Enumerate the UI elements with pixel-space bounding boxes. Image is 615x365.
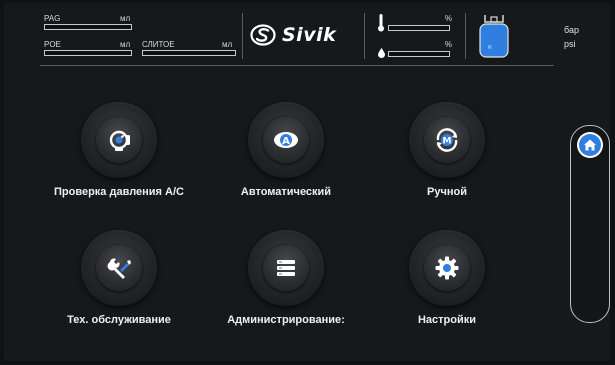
- humidity-level-bar: [388, 51, 450, 57]
- svg-text:M: M: [443, 137, 452, 147]
- header-separator-line: [40, 65, 554, 66]
- pag-unit: мл: [120, 14, 131, 23]
- button-ring: A: [248, 102, 324, 178]
- poe-label: POE: [44, 40, 61, 49]
- button-core: [96, 117, 142, 163]
- status-header: PAG мл POE мл СЛИТОЕ мл Sivik % % R бар …: [4, 3, 610, 71]
- wrench-screwdriver-icon: [107, 258, 131, 279]
- pressure-check-label: Проверка давления A/C: [54, 186, 184, 198]
- drain-level-bar: [142, 50, 236, 56]
- manual-mode-label: Ручной: [427, 186, 467, 198]
- settings-label: Настройки: [417, 314, 477, 326]
- manual-mode-icon: M: [436, 128, 458, 152]
- pressure-unit-psi: psi: [564, 39, 576, 49]
- list-icon: [277, 260, 295, 276]
- svg-text:A: A: [282, 136, 290, 147]
- refrigerant-tank: R: [476, 13, 512, 59]
- administration-button[interactable]: Администрирование:: [201, 230, 371, 340]
- button-core: M: [424, 117, 470, 163]
- automatic-mode-button[interactable]: A Автоматический: [201, 102, 371, 212]
- automatic-mode-icon: A: [274, 132, 298, 148]
- header-divider: [242, 13, 243, 59]
- button-core: [263, 245, 309, 291]
- pag-label: PAG: [44, 14, 61, 23]
- header-divider: [465, 13, 466, 59]
- home-icon: [579, 134, 601, 156]
- automatic-mode-label: Автоматический: [240, 186, 332, 198]
- button-core: A: [263, 117, 309, 163]
- temperature-level-bar: [388, 25, 450, 31]
- thermometer-icon: [378, 14, 384, 32]
- tank-label: R: [488, 45, 492, 51]
- home-button[interactable]: [577, 132, 603, 158]
- pag-oil-indicator: PAG мл: [44, 14, 132, 34]
- humidity-unit: %: [444, 40, 452, 49]
- pressure-gauge-icon: [109, 130, 130, 151]
- sivik-emblem-icon: [250, 24, 276, 46]
- refrigerant-tank-icon: [479, 15, 509, 58]
- drain-oil-indicator: СЛИТОЕ мл: [142, 40, 236, 60]
- settings-button[interactable]: Настройки: [362, 230, 532, 340]
- header-divider: [364, 13, 365, 59]
- pressure-unit-bar: бар: [564, 25, 579, 35]
- humidity-indicator: %: [378, 40, 452, 60]
- poe-oil-indicator: POE мл: [44, 40, 132, 60]
- brand-logo: Sivik: [250, 21, 336, 49]
- maintenance-button[interactable]: Тех. обслуживание: [34, 230, 204, 340]
- button-ring: M: [409, 102, 485, 178]
- pag-level-bar: [44, 24, 132, 30]
- button-core: [96, 245, 142, 291]
- temperature-unit: %: [444, 14, 452, 23]
- drain-unit: мл: [222, 40, 233, 49]
- brand-name: Sivik: [282, 24, 337, 46]
- maintenance-label: Тех. обслуживание: [67, 314, 171, 326]
- poe-unit: мл: [120, 40, 131, 49]
- temperature-indicator: %: [378, 14, 452, 34]
- gear-icon: [435, 256, 459, 280]
- water-drop-icon: [378, 48, 385, 58]
- button-ring: [248, 230, 324, 306]
- pressure-check-button[interactable]: Проверка давления A/C: [34, 102, 204, 212]
- button-core: [424, 245, 470, 291]
- side-scroll-rail[interactable]: [570, 125, 610, 323]
- administration-label: Администрирование:: [227, 314, 345, 326]
- drain-label: СЛИТОЕ: [142, 40, 175, 49]
- main-screen: PAG мл POE мл СЛИТОЕ мл Sivik % % R бар …: [4, 3, 610, 361]
- poe-level-bar: [44, 50, 132, 56]
- button-ring: [81, 102, 157, 178]
- button-ring: [81, 230, 157, 306]
- button-ring: [409, 230, 485, 306]
- manual-mode-button[interactable]: M Ручной: [362, 102, 532, 212]
